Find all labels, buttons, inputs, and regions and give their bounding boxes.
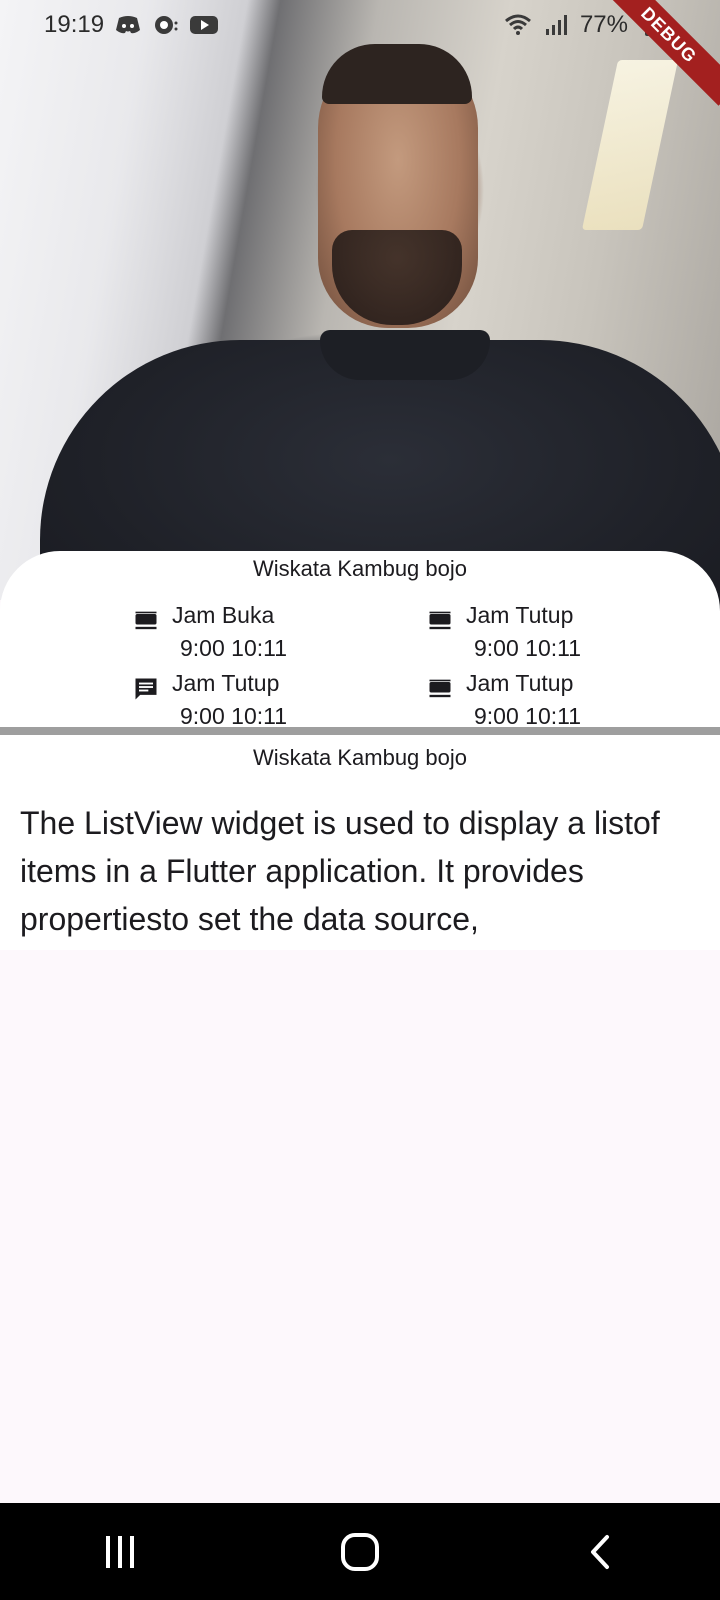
hours-cell-close-3: Jam Tutup 9:00 10:11: [426, 667, 581, 733]
status-time: 19:19: [44, 11, 105, 38]
description-section: Wiskata Kambug bojo The ListView widget …: [0, 735, 720, 950]
wifi-icon: [504, 13, 532, 37]
section-title: Wiskata Kambug bojo: [253, 745, 467, 770]
cell-time: 9:00 10:11: [474, 635, 582, 661]
info-card: Wiskata Kambug bojo Jam Buka 9:00 10:11 …: [0, 551, 720, 729]
message-icon: [135, 678, 157, 700]
back-button[interactable]: [560, 1522, 640, 1582]
cell-label: Jam Buka: [172, 602, 275, 628]
recent-apps-icon: [106, 1535, 134, 1568]
hours-cell-close-1: Jam Tutup 9:00 10:11: [426, 599, 581, 665]
header-photo: [0, 0, 720, 640]
chat-bubble-icon: [152, 13, 180, 37]
home-button[interactable]: [320, 1522, 400, 1582]
card-title: Wiskata Kambug bojo: [253, 556, 467, 581]
status-bar: 19:19 77%: [0, 0, 720, 50]
battery-percent: 77%: [579, 11, 628, 38]
app-screen: 19:19 77% DEBUG Wiskata Kambug bojo Jam …: [0, 0, 720, 1600]
back-icon: [591, 1534, 609, 1569]
description-text: The ListView widget is used to display a…: [20, 805, 660, 937]
dock-icon: [135, 611, 157, 630]
cell-label: Jam Tutup: [172, 670, 280, 696]
divider: [0, 727, 720, 735]
recent-apps-button[interactable]: [80, 1522, 160, 1582]
dock-icon: [429, 611, 451, 630]
home-icon: [341, 1532, 379, 1571]
cell-label: Jam Tutup: [466, 670, 574, 696]
navigation-bar: [0, 1503, 720, 1600]
hours-cell-close-2: Jam Tutup 9:00 10:11: [132, 667, 287, 733]
cell-time: 9:00 10:11: [180, 635, 288, 661]
cell-label: Jam Tutup: [466, 602, 574, 628]
discord-icon: [114, 13, 142, 37]
youtube-icon: [190, 13, 219, 37]
signal-icon: [542, 13, 570, 37]
dock-icon: [429, 679, 451, 698]
hours-cell-open: Jam Buka 9:00 10:11: [132, 599, 287, 665]
